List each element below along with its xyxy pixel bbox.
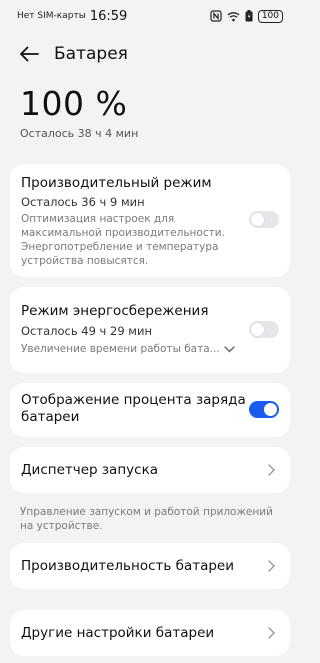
performance-mode-toggle[interactable] (249, 211, 279, 228)
battery-performance-card[interactable]: Производительность батареи (10, 543, 290, 589)
show-percentage-title: Отображение процента заряда батареи (21, 392, 246, 425)
carrier-label: Нет SIM-карты (17, 11, 86, 21)
battery-percent: 100 % (20, 84, 128, 123)
header: Батарея (18, 40, 128, 68)
performance-mode-title: Производительный режим (21, 175, 212, 191)
arrow-left-icon (20, 46, 39, 62)
show-percentage-card[interactable]: Отображение процента заряда батареи (10, 383, 290, 437)
show-percentage-toggle[interactable] (249, 401, 279, 418)
power-saving-toggle[interactable] (249, 321, 279, 338)
power-saving-remaining: Осталось 49 ч 29 мин (21, 324, 152, 338)
power-saving-description: Увеличение времени работы бата... (21, 343, 220, 355)
status-icons: 100 (210, 9, 283, 23)
chevron-right-icon (268, 560, 275, 572)
clock: 16:59 (89, 8, 128, 24)
power-saving-card[interactable]: Режим энергосбережения Осталось 49 ч 29 … (10, 287, 290, 373)
chevron-right-icon (268, 464, 275, 476)
battery-icon: 100 (257, 9, 283, 23)
nfc-icon (210, 10, 222, 22)
battery-saver-icon (245, 10, 253, 22)
performance-mode-remaining: Осталось 36 ч 9 мин (21, 195, 145, 209)
back-button[interactable] (18, 43, 40, 65)
launch-manager-hint: Управление запуском и работой приложений… (20, 506, 273, 532)
launch-manager-card[interactable]: Диспетчер запуска (10, 447, 290, 493)
launch-manager-title: Диспетчер запуска (21, 462, 158, 478)
status-bar: Нет SIM-карты 16:59 100 (0, 0, 300, 32)
page-title: Батарея (54, 44, 128, 64)
battery-remaining: Осталось 38 ч 4 мин (20, 127, 139, 140)
power-saving-title: Режим энергосбережения (21, 303, 209, 319)
performance-mode-card[interactable]: Производительный режим Осталось 36 ч 9 м… (10, 164, 290, 277)
chevron-right-icon (268, 627, 275, 639)
other-settings-title: Другие настройки батареи (21, 625, 215, 641)
performance-mode-description: Оптимизация настроек для максимальной пр… (21, 213, 225, 267)
chevron-down-icon[interactable] (224, 346, 235, 353)
battery-performance-title: Производительность батареи (21, 558, 235, 574)
wifi-icon (227, 11, 240, 22)
other-settings-card[interactable]: Другие настройки батареи (10, 610, 290, 656)
